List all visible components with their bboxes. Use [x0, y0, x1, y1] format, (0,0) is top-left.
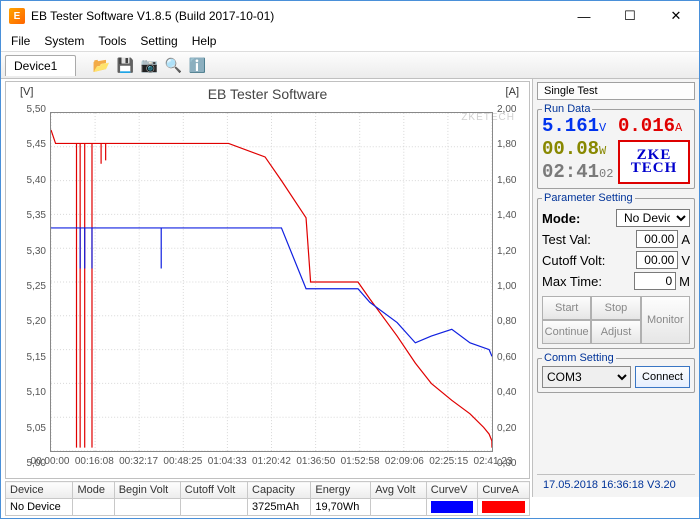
cutoff-label: Cutoff Volt: [542, 253, 605, 268]
plot-area[interactable] [50, 112, 493, 452]
single-test-label: Single Test [537, 82, 695, 100]
left-y-axis: 5,505,455,405,355,305,255,205,155,105,05… [10, 102, 48, 456]
col-device[interactable]: Device [6, 482, 73, 499]
camera-icon[interactable]: 📷 [138, 54, 160, 76]
com-port-select[interactable]: COM3 [542, 366, 631, 388]
mode-label: Mode: [542, 211, 580, 226]
param-legend: Parameter Setting [542, 192, 635, 204]
start-button[interactable]: Start [542, 296, 591, 320]
data-table: DeviceModeBegin VoltCutoff VoltCapacityE… [5, 481, 530, 516]
side-pane: Single Test Run Data 5.161V 0.016A 00.08… [532, 79, 699, 497]
chart-card: [V] [A] EB Tester Software ZKETECH 5,505… [5, 81, 530, 479]
app-icon: E [9, 8, 25, 24]
col-energy[interactable]: Energy [311, 482, 371, 499]
col-avg-volt[interactable]: Avg Volt [371, 482, 427, 499]
connect-button[interactable]: Connect [635, 366, 690, 388]
save-icon[interactable]: 💾 [114, 54, 136, 76]
maximize-button[interactable]: ☐ [607, 1, 653, 31]
chart-title: EB Tester Software [6, 82, 529, 102]
menu-file[interactable]: File [5, 32, 36, 50]
col-curvev[interactable]: CurveV [426, 482, 478, 499]
chart-pane: [V] [A] EB Tester Software ZKETECH 5,505… [1, 79, 532, 497]
power-display: 00.08W [542, 140, 614, 161]
adjust-button[interactable]: Adjust [591, 320, 640, 344]
open-icon[interactable]: 📂 [90, 54, 112, 76]
run-data-legend: Run Data [542, 103, 592, 115]
menu-setting[interactable]: Setting [134, 32, 183, 50]
current-display: 0.016A [618, 117, 690, 138]
toolbar: Device1 📂 💾 📷 🔍 ℹ️ [1, 51, 699, 79]
mode-select[interactable]: No Devic [616, 209, 690, 227]
testval-input[interactable] [636, 230, 678, 248]
comm-legend: Comm Setting [542, 352, 616, 364]
close-button[interactable]: ✕ [653, 1, 699, 31]
titlebar: E EB Tester Software V1.8.5 (Build 2017-… [1, 1, 699, 31]
menubar: File System Tools Setting Help [1, 31, 699, 51]
info-icon[interactable]: ℹ️ [186, 54, 208, 76]
parameter-setting-group: Parameter Setting Mode: No Devic Test Va… [537, 192, 695, 349]
status-bar: 17.05.2018 16:36:18 V3.20 [537, 474, 695, 494]
left-axis-unit: [V] [20, 86, 33, 98]
menu-tools[interactable]: Tools [92, 32, 132, 50]
time-display: 02:4102 [542, 163, 614, 184]
window-title: EB Tester Software V1.8.5 (Build 2017-10… [31, 9, 561, 23]
voltage-display: 5.161V [542, 117, 614, 138]
tab-device1[interactable]: Device1 [5, 55, 76, 76]
testval-label: Test Val: [542, 232, 591, 247]
x-axis: 00:00:0000:16:0800:32:1700:48:2501:04:33… [50, 456, 493, 472]
stop-button[interactable]: Stop [591, 296, 640, 320]
run-data-group: Run Data 5.161V 0.016A 00.08W ZKETECH 02… [537, 103, 695, 189]
cutoff-input[interactable] [636, 251, 678, 269]
menu-help[interactable]: Help [186, 32, 223, 50]
minimize-button[interactable]: — [561, 1, 607, 31]
monitor-button[interactable]: Monitor [641, 296, 690, 344]
col-begin-volt[interactable]: Begin Volt [114, 482, 180, 499]
maxtime-input[interactable] [634, 272, 676, 290]
col-capacity[interactable]: Capacity [248, 482, 311, 499]
right-axis-unit: [A] [506, 86, 519, 98]
menu-system[interactable]: System [38, 32, 90, 50]
continue-button[interactable]: Continue [542, 320, 591, 344]
right-y-axis: 2,001,801,601,401,201,000,800,600,400,20… [495, 102, 525, 456]
comm-setting-group: Comm Setting COM3 Connect [537, 352, 695, 393]
zoom-icon[interactable]: 🔍 [162, 54, 184, 76]
col-curvea[interactable]: CurveA [478, 482, 530, 499]
maxtime-label: Max Time: [542, 274, 602, 289]
brand-logo: ZKETECH [618, 140, 690, 184]
col-mode[interactable]: Mode [73, 482, 114, 499]
col-cutoff-volt[interactable]: Cutoff Volt [180, 482, 247, 499]
